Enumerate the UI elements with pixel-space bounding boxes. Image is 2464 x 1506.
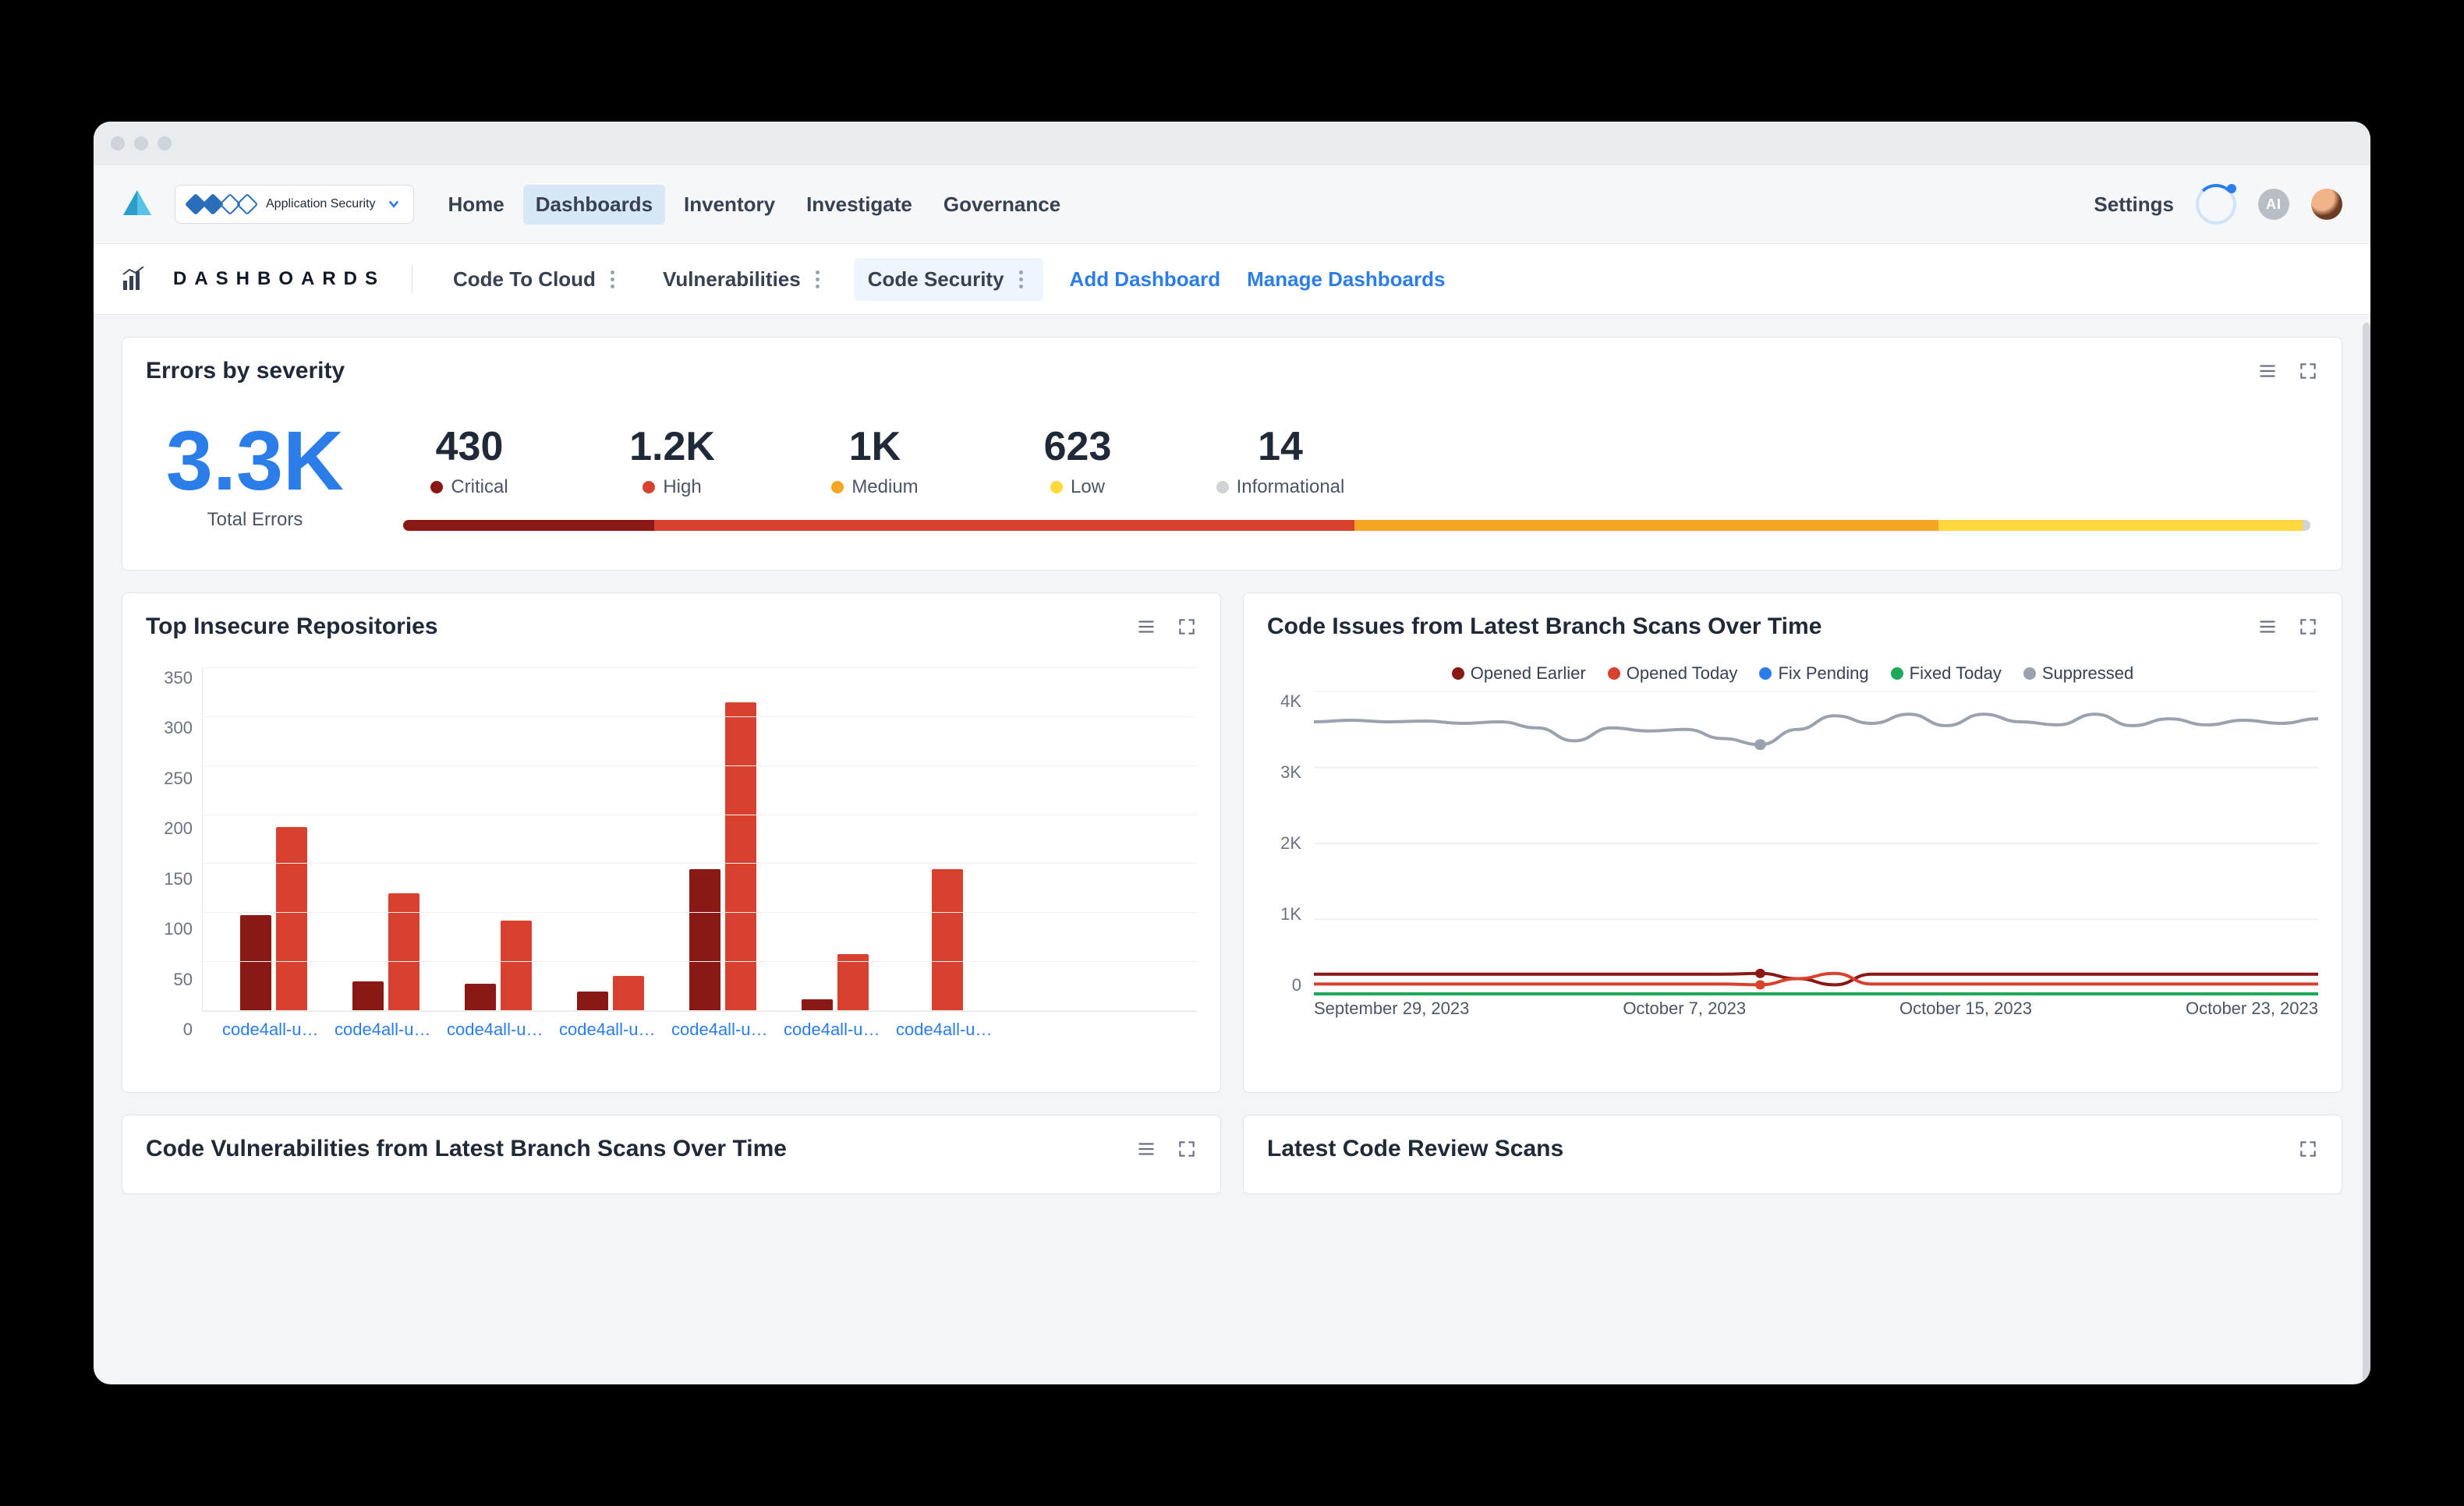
dot-icon	[643, 481, 655, 493]
chevron-down-icon	[387, 197, 401, 211]
space-label: Application Security	[266, 197, 376, 211]
dashboards-icon	[122, 267, 147, 292]
dot-icon	[1608, 667, 1620, 680]
settings-link[interactable]: Settings	[2094, 193, 2174, 217]
total-errors-value: 3.3K	[166, 419, 344, 503]
nav-dashboards[interactable]: Dashboards	[523, 185, 665, 224]
dot-icon	[2023, 667, 2036, 680]
legend-item[interactable]: Opened Earlier	[1452, 663, 1586, 684]
card-errors-by-severity: Errors by severity 3.3K Total Errors 430…	[122, 337, 2342, 571]
card-title: Code Vulnerabilities from Latest Branch …	[146, 1136, 787, 1162]
card-code-issues-over-time: Code Issues from Latest Branch Scans Ove…	[1243, 592, 2342, 1093]
dot-icon	[1759, 667, 1772, 680]
line-legend: Opened Earlier Opened Today Fix Pending Fix…	[1244, 660, 2342, 691]
nav-inventory[interactable]: Inventory	[671, 185, 788, 224]
total-errors: 3.3K Total Errors	[154, 419, 356, 531]
severity-medium[interactable]: 1KMedium	[809, 423, 941, 498]
list-icon[interactable]	[1136, 1139, 1156, 1159]
nav-governance[interactable]: Governance	[931, 185, 1073, 224]
card-title: Errors by severity	[146, 358, 345, 384]
bar-group[interactable]	[223, 827, 324, 1011]
x-label[interactable]: code4all-user/...	[222, 1020, 324, 1040]
traffic-light-min[interactable]	[134, 136, 148, 150]
user-avatar[interactable]	[2311, 189, 2342, 220]
space-selector[interactable]: Application Security	[175, 185, 414, 224]
card-latest-code-review-scans: Latest Code Review Scans	[1243, 1115, 2342, 1194]
line-suppressed	[1314, 714, 2318, 744]
legend-item[interactable]: Fixed Today	[1891, 663, 2002, 684]
list-icon[interactable]	[1136, 617, 1156, 637]
nav-investigate[interactable]: Investigate	[794, 185, 925, 224]
dot-icon	[1452, 667, 1464, 680]
x-label[interactable]: code4all-user/...	[896, 1020, 997, 1040]
add-dashboard-link[interactable]: Add Dashboard	[1070, 267, 1221, 292]
severity-bar	[403, 520, 2310, 531]
dot-icon	[1216, 481, 1229, 493]
expand-icon[interactable]	[2298, 1139, 2318, 1159]
legend-item[interactable]: Opened Today	[1608, 663, 1738, 684]
bar-group[interactable]	[448, 921, 549, 1011]
expand-icon[interactable]	[2298, 617, 2318, 637]
severity-informational[interactable]: 14Informational	[1214, 423, 1347, 498]
progress-ring-icon[interactable]	[2196, 184, 2236, 224]
severity-low[interactable]: 623Low	[1011, 423, 1144, 498]
dot-icon	[831, 481, 844, 493]
list-icon[interactable]	[2257, 361, 2278, 381]
topbar: Application Security HomeDashboardsInven…	[94, 165, 2370, 244]
space-icon	[188, 196, 255, 212]
bar-group[interactable]	[784, 954, 886, 1011]
nav-home[interactable]: Home	[436, 185, 517, 224]
line-chart: 4K3K2K1K0 September 29, 2023October 7, 2…	[1267, 691, 2318, 1019]
card-top-insecure-repos: Top Insecure Repositories 35030025020015…	[122, 592, 1221, 1093]
window-titlebar	[94, 122, 2370, 165]
bar-group[interactable]	[897, 869, 998, 1011]
bar-chart: 350300250200150100500 code4all-user/...c…	[122, 660, 1220, 1055]
x-label[interactable]: code4all-user/...	[784, 1020, 885, 1040]
bar-group[interactable]	[560, 976, 661, 1011]
product-logo-icon[interactable]	[122, 189, 153, 220]
dashboard-content: Errors by severity 3.3K Total Errors 430…	[94, 315, 2370, 1384]
more-icon[interactable]	[810, 270, 826, 288]
more-icon[interactable]	[1014, 270, 1029, 288]
x-label[interactable]: code4all-user/...	[559, 1020, 660, 1040]
card-title: Latest Code Review Scans	[1267, 1136, 1563, 1162]
total-errors-label: Total Errors	[207, 509, 303, 531]
dashboard-tab-vulnerabilities[interactable]: Vulnerabilities	[649, 258, 840, 301]
legend-item[interactable]: Fix Pending	[1759, 663, 1868, 684]
line-marker[interactable]	[1754, 739, 1766, 750]
dashboards-subbar: DASHBOARDS Code To Cloud Vulnerabilities C…	[94, 244, 2370, 315]
bar-group[interactable]	[672, 702, 774, 1011]
bar-group[interactable]	[335, 893, 437, 1011]
legend-item[interactable]: Suppressed	[2023, 663, 2133, 684]
app-window: Application Security HomeDashboardsInven…	[94, 122, 2370, 1384]
card-title: Code Issues from Latest Branch Scans Ove…	[1267, 613, 1821, 640]
severity-high[interactable]: 1.2KHigh	[606, 423, 738, 498]
expand-icon[interactable]	[1177, 617, 1197, 637]
x-label[interactable]: code4all-user/...	[335, 1020, 436, 1040]
expand-icon[interactable]	[2298, 361, 2318, 381]
x-label[interactable]: code4all-user/...	[447, 1020, 548, 1040]
ai-badge-icon[interactable]: AI	[2258, 189, 2289, 220]
dashboard-tab-code-to-cloud[interactable]: Code To Cloud	[439, 258, 635, 301]
dot-icon	[1891, 667, 1903, 680]
dashboard-tab-code-security[interactable]: Code Security	[854, 258, 1043, 301]
dot-icon	[430, 481, 443, 493]
subbar-title: DASHBOARDS	[173, 268, 385, 290]
traffic-light-close[interactable]	[111, 136, 125, 150]
card-title: Top Insecure Repositories	[146, 613, 438, 640]
expand-icon[interactable]	[1177, 1139, 1197, 1159]
manage-dashboards-link[interactable]: Manage Dashboards	[1247, 267, 1445, 292]
traffic-light-max[interactable]	[158, 136, 172, 150]
x-label[interactable]: code4all-user/...	[671, 1020, 773, 1040]
dot-icon	[1050, 481, 1063, 493]
card-code-vulnerabilities: Code Vulnerabilities from Latest Branch …	[122, 1115, 1221, 1194]
severity-critical[interactable]: 430Critical	[403, 423, 536, 498]
list-icon[interactable]	[2257, 617, 2278, 637]
primary-nav: HomeDashboardsInventoryInvestigateGovern…	[436, 185, 1074, 224]
more-icon[interactable]	[605, 270, 621, 288]
